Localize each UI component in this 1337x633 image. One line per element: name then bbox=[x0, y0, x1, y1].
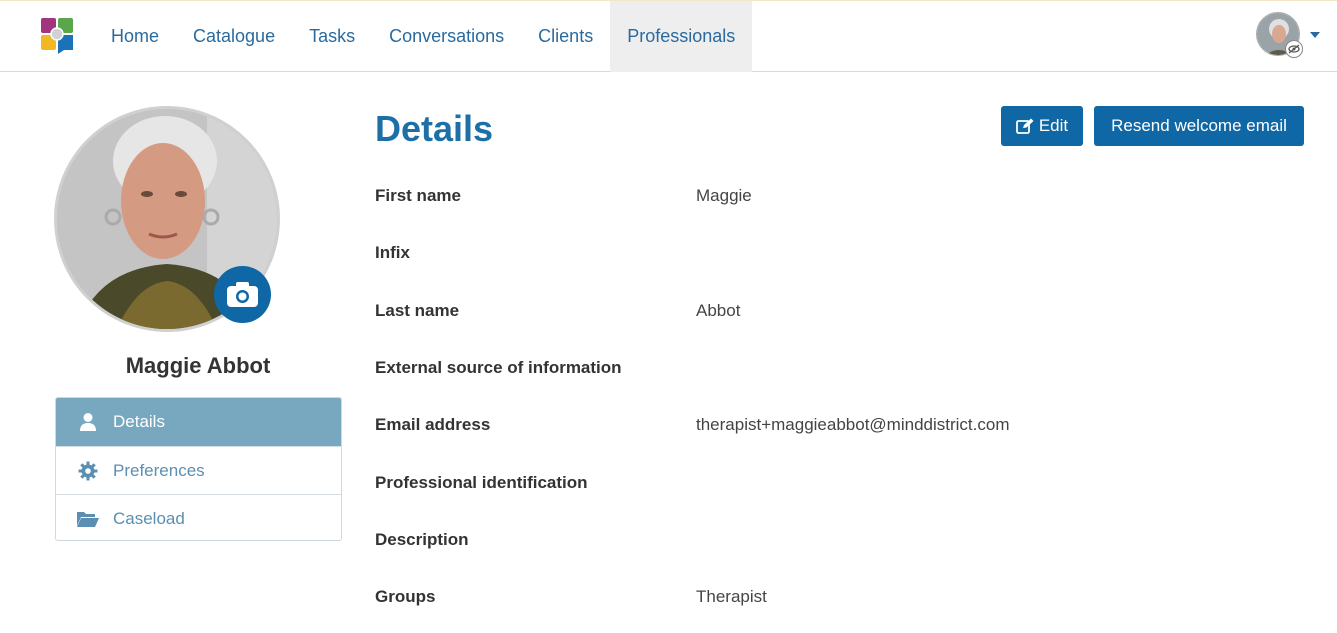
nav-catalogue[interactable]: Catalogue bbox=[176, 1, 292, 72]
field-label-last-name: Last name bbox=[375, 301, 460, 320]
side-menu-item-details[interactable]: Details bbox=[56, 398, 341, 446]
nav-home[interactable]: Home bbox=[94, 1, 176, 72]
page-title: Details bbox=[375, 108, 494, 149]
field-value-groups: Therapist bbox=[696, 587, 767, 606]
edit-icon bbox=[1015, 118, 1034, 134]
field-label-groups: Groups bbox=[375, 587, 436, 606]
change-photo-button[interactable] bbox=[214, 266, 271, 323]
eye-slash-icon bbox=[1285, 40, 1303, 58]
user-menu[interactable] bbox=[1256, 12, 1326, 58]
field-label-professional-identification: Professional identification bbox=[375, 473, 588, 492]
field-label-external-source: External source of information bbox=[375, 358, 622, 377]
nav-tasks[interactable]: Tasks bbox=[292, 1, 372, 72]
edit-button[interactable]: Edit bbox=[1001, 106, 1083, 146]
nav-conversations[interactable]: Conversations bbox=[372, 1, 521, 72]
side-menu-item-caseload[interactable]: Caseload bbox=[56, 494, 341, 540]
folder-open-icon bbox=[76, 508, 100, 530]
side-menu-label: Caseload bbox=[113, 508, 185, 528]
side-menu-item-preferences[interactable]: Preferences bbox=[56, 446, 341, 494]
top-navigation-bar: Home Catalogue Tasks Conversations Clien… bbox=[0, 0, 1337, 72]
nav-professionals[interactable]: Professionals bbox=[610, 1, 753, 72]
profile-name: Maggie Abbot bbox=[125, 353, 271, 378]
field-label-email-address: Email address bbox=[375, 415, 491, 434]
app-logo-icon[interactable] bbox=[41, 18, 75, 54]
gear-icon bbox=[76, 460, 100, 482]
main-nav: Home Catalogue Tasks Conversations Clien… bbox=[94, 1, 753, 72]
side-menu-label: Preferences bbox=[113, 460, 205, 480]
field-label-first-name: First name bbox=[375, 186, 461, 205]
camera-icon bbox=[227, 282, 258, 307]
side-menu-label: Details bbox=[113, 412, 165, 431]
chevron-down-icon[interactable] bbox=[1310, 32, 1320, 38]
resend-welcome-email-button[interactable]: Resend welcome email bbox=[1094, 106, 1304, 146]
field-value-last-name: Abbot bbox=[696, 301, 741, 320]
field-label-infix: Infix bbox=[375, 243, 410, 262]
edit-button-label: Edit bbox=[1038, 116, 1069, 135]
profile-side-menu: Details Preferences Caseload bbox=[55, 397, 342, 541]
field-value-email-address: therapist+maggieabbot@minddistrict.com bbox=[696, 415, 1010, 434]
field-value-first-name: Maggie bbox=[696, 186, 752, 205]
user-icon bbox=[76, 411, 100, 433]
field-label-description: Description bbox=[375, 530, 469, 549]
nav-clients[interactable]: Clients bbox=[521, 1, 610, 72]
